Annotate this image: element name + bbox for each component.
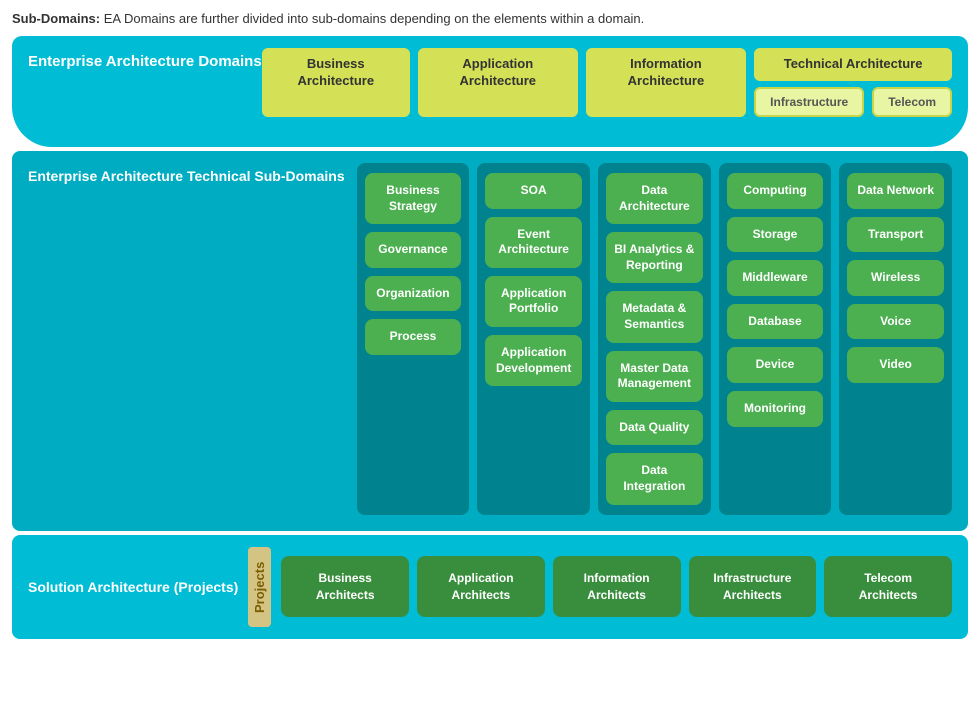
sd-data-quality: Data Quality: [606, 410, 703, 446]
sub-domains-grid: Business Strategy Governance Organizatio…: [357, 163, 952, 515]
sd-database: Database: [727, 304, 824, 340]
domain-application-arch: Application Architecture: [418, 48, 578, 117]
sub-domain-col-application: SOA Event Architecture Application Portf…: [477, 163, 590, 515]
sd-bi-analytics: BI Analytics & Reporting: [606, 232, 703, 283]
ea-technical-section: Enterprise Architecture Technical Sub-Do…: [12, 151, 968, 531]
sd-transport: Transport: [847, 217, 944, 253]
arch-telecom: Telecom Architects: [824, 556, 952, 618]
sub-domain-col-information: Data Architecture BI Analytics & Reporti…: [598, 163, 711, 515]
sd-device: Device: [727, 347, 824, 383]
solution-architects-row: Business Architects Application Architec…: [281, 556, 952, 618]
sd-data-integration: Data Integration: [606, 453, 703, 504]
solution-inner: Solution Architecture (Projects) Project…: [28, 547, 952, 627]
tech-sub-telecom: Telecom: [872, 87, 952, 117]
arch-application: Application Architects: [417, 556, 545, 618]
sd-computing: Computing: [727, 173, 824, 209]
sd-video: Video: [847, 347, 944, 383]
ea-domains-label: Enterprise Architecture Domains: [28, 48, 262, 72]
solution-section: Solution Architecture (Projects) Project…: [12, 535, 968, 639]
sd-application-portfolio: Application Portfolio: [485, 276, 582, 327]
sd-organization: Organization: [365, 276, 462, 312]
technical-inner: Enterprise Architecture Technical Sub-Do…: [28, 163, 952, 515]
sd-event-architecture: Event Architecture: [485, 217, 582, 268]
subtitle-bold: Sub-Domains:: [12, 11, 100, 26]
technical-section-label: Enterprise Architecture Technical Sub-Do…: [28, 163, 345, 185]
sd-process: Process: [365, 319, 462, 355]
projects-label: Projects: [248, 547, 271, 627]
sub-domain-col-telecom: Data Network Transport Wireless Voice Vi…: [839, 163, 952, 515]
arch-business: Business Architects: [281, 556, 409, 618]
domain-business-arch: Business Architecture: [262, 48, 410, 117]
sd-storage: Storage: [727, 217, 824, 253]
solution-label: Solution Architecture (Projects): [28, 578, 238, 596]
sd-master-data: Master Data Management: [606, 351, 703, 402]
subtitle: Sub-Domains: EA Domains are further divi…: [12, 10, 968, 28]
domain-information-arch: Information Architecture: [586, 48, 747, 117]
ea-domains-section: Enterprise Architecture Domains Business…: [12, 36, 968, 147]
technical-sub-row: Infrastructure Telecom: [754, 87, 952, 117]
technical-arch-group: Technical Architecture Infrastructure Te…: [754, 48, 952, 117]
sd-middleware: Middleware: [727, 260, 824, 296]
sd-soa: SOA: [485, 173, 582, 209]
sd-voice: Voice: [847, 304, 944, 340]
sd-monitoring: Monitoring: [727, 391, 824, 427]
arch-infrastructure: Infrastructure Architects: [689, 556, 817, 618]
sd-application-development: Application Development: [485, 335, 582, 386]
sd-governance: Governance: [365, 232, 462, 268]
sub-domain-col-business: Business Strategy Governance Organizatio…: [357, 163, 470, 515]
sd-metadata-semantics: Metadata & Semantics: [606, 291, 703, 342]
domains-grid: Business Architecture Application Archit…: [262, 48, 952, 117]
sd-wireless: Wireless: [847, 260, 944, 296]
domain-technical-arch: Technical Architecture: [754, 48, 952, 81]
sd-business-strategy: Business Strategy: [365, 173, 462, 224]
sd-data-network: Data Network: [847, 173, 944, 209]
subtitle-text: EA Domains are further divided into sub-…: [100, 11, 644, 26]
page-wrapper: Sub-Domains: EA Domains are further divi…: [0, 0, 980, 649]
sub-domain-col-infrastructure: Computing Storage Middleware Database De…: [719, 163, 832, 515]
domains-row: Business Architecture Application Archit…: [262, 48, 952, 117]
sd-data-architecture: Data Architecture: [606, 173, 703, 224]
tech-sub-infrastructure: Infrastructure: [754, 87, 864, 117]
arch-information: Information Architects: [553, 556, 681, 618]
